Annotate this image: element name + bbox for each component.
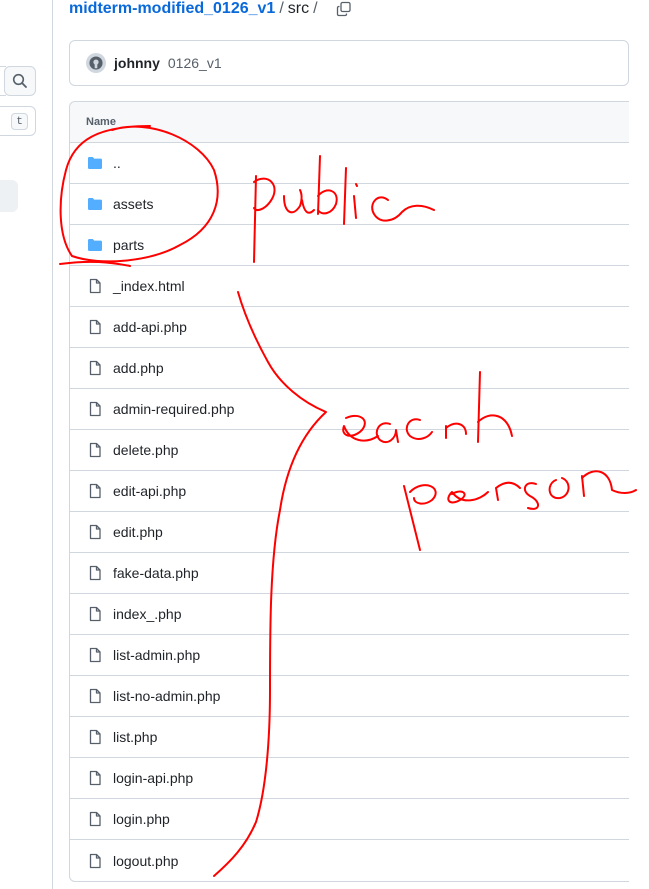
commit-author[interactable]: johnny [114,55,160,71]
breadcrumb: midterm-modified_0126_v1 / src / [69,0,352,18]
file-link[interactable]: login.php [113,811,170,827]
file-link[interactable]: list-admin.php [113,647,200,663]
search-icon [12,73,27,88]
file-tree-sidebar: t [0,0,53,889]
table-row[interactable]: delete.php [70,430,629,471]
table-row[interactable]: add-api.php [70,307,629,348]
folder-link[interactable]: parts [113,237,144,253]
file-icon [87,688,103,704]
table-row[interactable]: logout.php [70,840,629,881]
table-row[interactable]: list-admin.php [70,635,629,676]
file-icon [87,853,103,869]
table-row[interactable]: list-no-admin.php [70,676,629,717]
file-icon [87,729,103,745]
file-icon [87,770,103,786]
file-icon [87,811,103,827]
file-icon [87,401,103,417]
commit-message[interactable]: 0126_v1 [168,55,222,71]
table-row[interactable]: admin-required.php [70,389,629,430]
file-link[interactable]: edit.php [113,524,163,540]
file-icon [87,319,103,335]
folder-icon [87,196,103,212]
file-link[interactable]: list.php [113,729,157,745]
copy-icon [336,1,351,17]
breadcrumb-separator: / [279,0,284,17]
file-link[interactable]: list-no-admin.php [113,688,220,704]
file-icon [87,442,103,458]
file-link[interactable]: logout.php [113,853,178,869]
breadcrumb-repo-link[interactable]: midterm-modified_0126_v1 [69,0,275,18]
avatar[interactable] [86,53,106,73]
folder-icon [87,155,103,171]
file-icon [87,278,103,294]
table-row[interactable]: assets [70,184,629,225]
folder-icon [87,237,103,253]
breadcrumb-current-dir: src [287,0,310,17]
file-link[interactable]: add-api.php [113,319,187,335]
breadcrumb-separator: / [313,0,318,17]
table-row[interactable]: fake-data.php [70,553,629,594]
column-header-name: Name [86,116,116,128]
table-row[interactable]: _index.html [70,266,629,307]
file-link[interactable]: login-api.php [113,770,193,786]
file-icon [87,483,103,499]
search-button[interactable] [4,66,36,96]
table-header: Name [70,102,629,143]
copy-path-button[interactable] [336,1,352,17]
table-row[interactable]: edit-api.php [70,471,629,512]
file-icon [87,524,103,540]
file-link[interactable]: _index.html [113,278,185,294]
table-row[interactable]: index_.php [70,594,629,635]
file-link[interactable]: edit-api.php [113,483,186,499]
file-icon [87,606,103,622]
table-row[interactable]: add.php [70,348,629,389]
table-row[interactable]: parts [70,225,629,266]
github-avatar-icon [89,56,103,70]
file-icon [87,565,103,581]
table-row[interactable]: login-api.php [70,758,629,799]
file-link[interactable]: delete.php [113,442,178,458]
keyboard-shortcut-hint: t [11,113,28,130]
file-link[interactable]: add.php [113,360,164,376]
file-icon [87,360,103,376]
sidebar-selected-item[interactable] [0,180,18,212]
file-link[interactable]: index_.php [113,606,182,622]
table-row[interactable]: login.php [70,799,629,840]
folder-link[interactable]: .. [113,155,121,171]
table-row[interactable]: list.php [70,717,629,758]
file-link[interactable]: admin-required.php [113,401,234,417]
table-row[interactable]: edit.php [70,512,629,553]
folder-link[interactable]: assets [113,196,153,212]
file-table: Name .. assets parts _index.html add-api.php… [69,101,629,882]
latest-commit-box: johnny 0126_v1 [69,40,629,86]
file-link[interactable]: fake-data.php [113,565,199,581]
file-icon [87,647,103,663]
table-row[interactable]: .. [70,143,629,184]
